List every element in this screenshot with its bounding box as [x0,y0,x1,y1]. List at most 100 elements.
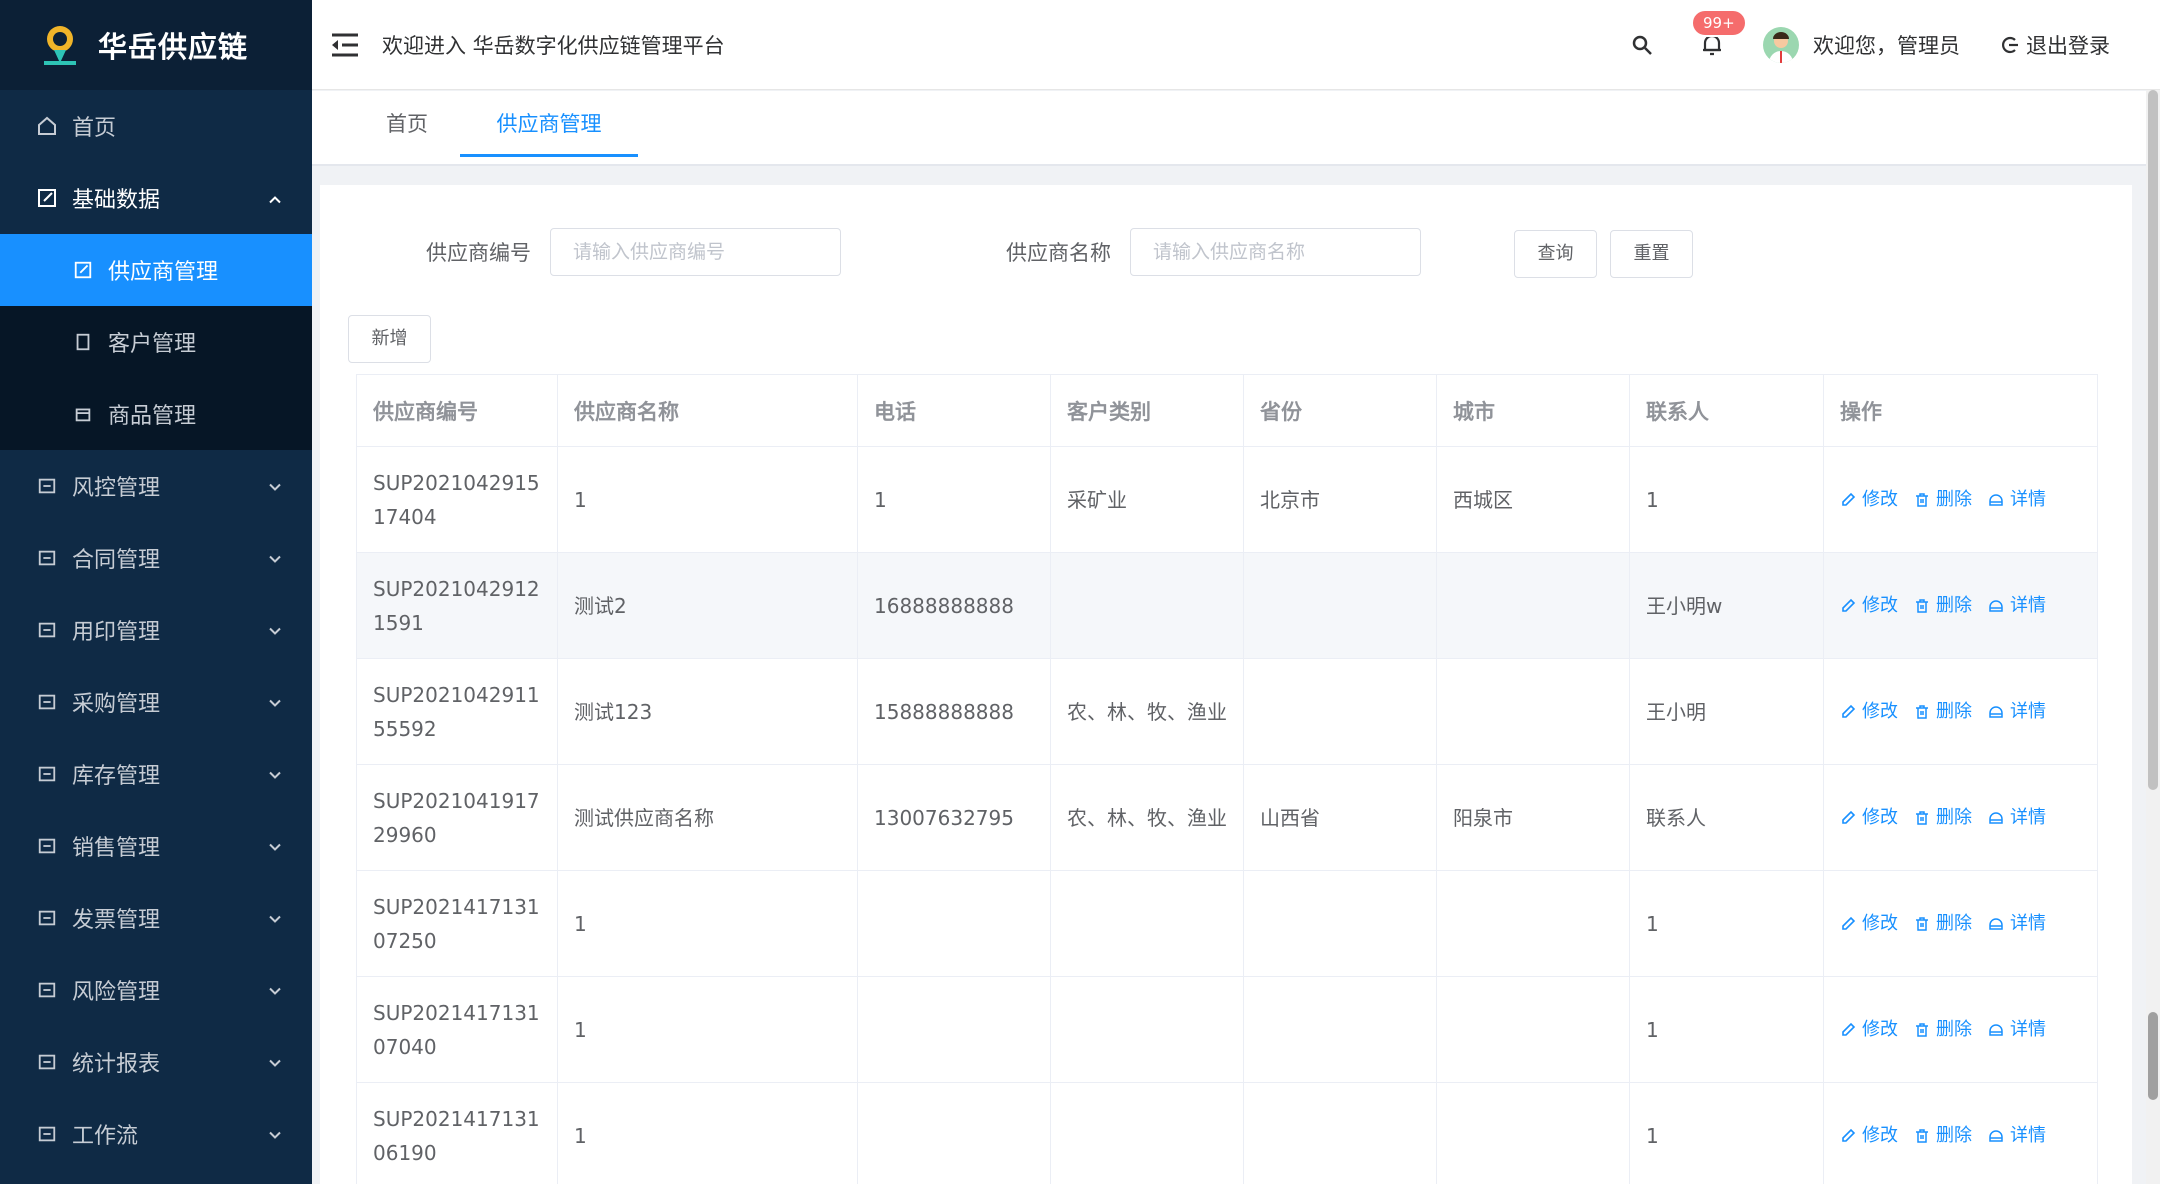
detail-button[interactable]: 详情 [1988,907,2046,941]
cell-name: 1 [557,446,858,553]
column-header: 供应商编号 [356,374,558,447]
cell-actions: 修改 删除 详情 [1823,552,2098,659]
cell-city: 阳泉市 [1436,764,1630,871]
main-content: 供应商编号 请输入供应商编号 供应商名称 请输入供应商名称 查询 重置 新增 供… [320,185,2132,1184]
detail-button[interactable]: 详情 [1988,1013,2046,1047]
action-label: 修改 [1862,1018,1898,1040]
cell-province [1243,552,1437,659]
box-icon [72,403,94,425]
table-row: SUP202141713107250 1 1 修改 删除 详情 [356,870,2098,977]
trash-icon [1914,1128,1936,1144]
action-label: 修改 [1862,700,1898,722]
edit-icon [72,259,94,281]
action-label: 修改 [1862,594,1898,616]
cell-category: 采矿业 [1050,446,1244,553]
cell-name: 1 [557,1082,858,1184]
supplier-name-input[interactable]: 请输入供应商名称 [1130,228,1421,276]
page-scrollbar[interactable] [2146,90,2160,1184]
avatar[interactable] [1763,27,1799,63]
sidebar-item-group[interactable]: 工作流 [0,1098,312,1170]
detail-icon [1988,492,2010,508]
cell-code: SUP202104291155592 [356,658,558,765]
cell-actions: 修改 删除 详情 [1823,764,2098,871]
edit-button[interactable]: 修改 [1840,483,1898,517]
reset-button[interactable]: 重置 [1610,230,1693,278]
cell-province [1243,1082,1437,1184]
delete-button[interactable]: 删除 [1914,483,1972,517]
sidebar-item-label: 用印管理 [72,620,161,645]
sidebar-item-home[interactable]: 首页 [0,90,312,162]
action-label: 删除 [1936,806,1972,828]
sidebar-item-supplier[interactable]: 供应商管理 [0,234,312,306]
edit-button[interactable]: 修改 [1840,801,1898,835]
logout-icon [2002,36,2018,54]
cell-province [1243,976,1437,1083]
cell-actions: 修改 删除 详情 [1823,1082,2098,1184]
tab-supplier[interactable]: 供应商管理 [460,91,638,157]
delete-button[interactable]: 删除 [1914,695,1972,729]
delete-button[interactable]: 删除 [1914,1013,1972,1047]
edit-icon [1840,1128,1862,1144]
search-icon[interactable] [1631,34,1653,56]
edit-button[interactable]: 修改 [1840,1013,1898,1047]
edit-button[interactable]: 修改 [1840,695,1898,729]
sidebar-item-group[interactable]: 风控管理 [0,450,312,522]
sidebar-item-product[interactable]: 商品管理 [0,378,312,450]
query-button[interactable]: 查询 [1514,230,1597,278]
edit-icon [36,187,58,209]
sidebar-item-label: 库存管理 [72,764,161,789]
detail-button[interactable]: 详情 [1988,483,2046,517]
sidebar-item-label: 基础数据 [72,188,161,213]
sidebar-item-group[interactable]: 统计报表 [0,1026,312,1098]
edit-icon [1840,492,1862,508]
sidebar-item-group[interactable]: 用印管理 [0,594,312,666]
detail-button[interactable]: 详情 [1988,801,2046,835]
cell-province [1243,658,1437,765]
scan-icon [36,907,58,929]
chevron-down-icon [268,618,282,643]
sidebar-item-group[interactable]: 库存管理 [0,738,312,810]
edit-button[interactable]: 修改 [1840,1119,1898,1153]
edit-button[interactable]: 修改 [1840,589,1898,623]
detail-button[interactable]: 详情 [1988,695,2046,729]
sidebar-item-label: 风控管理 [72,476,161,501]
add-button[interactable]: 新增 [348,315,431,363]
action-label: 详情 [2010,1018,2046,1040]
list-icon [36,979,58,1001]
tab-home[interactable]: 首页 [352,91,462,157]
chevron-down-icon [268,690,282,715]
sidebar-item-label: 合同管理 [72,548,161,573]
logout-button[interactable]: 退出登录 [2000,30,2110,60]
delete-button[interactable]: 删除 [1914,1119,1972,1153]
edit-button[interactable]: 修改 [1840,907,1898,941]
detail-icon [1988,1022,2010,1038]
cell-name: 1 [557,870,858,977]
sidebar-item-group[interactable]: 合同管理 [0,522,312,594]
chevron-up-icon [268,186,282,211]
flow-icon [36,1123,58,1145]
detail-icon [1988,704,2010,720]
sidebar-item-label: 供应商管理 [108,260,219,285]
sidebar-item-group[interactable]: 风险管理 [0,954,312,1026]
notification-bell[interactable]: 99+ [1691,9,1747,57]
delete-button[interactable]: 删除 [1914,907,1972,941]
supplier-code-input[interactable]: 请输入供应商编号 [550,228,841,276]
delete-button[interactable]: 删除 [1914,589,1972,623]
cell-code: SUP20210429121591 [356,552,558,659]
menu-collapse-icon[interactable] [328,28,362,62]
sidebar-item-basic-data[interactable]: 基础数据 [0,162,312,234]
sidebar-item-group[interactable]: 发票管理 [0,882,312,954]
cell-contact: 1 [1629,1082,1824,1184]
document-icon [72,331,94,353]
sidebar-item-customer[interactable]: 客户管理 [0,306,312,378]
stamp-icon [36,619,58,641]
table-row: SUP202141713107040 1 1 修改 删除 详情 [356,976,2098,1083]
sidebar-item-group[interactable]: 采购管理 [0,666,312,738]
calendar-icon [36,691,58,713]
cell-phone: 13007632795 [857,764,1051,871]
sidebar-item-group[interactable]: 销售管理 [0,810,312,882]
detail-button[interactable]: 详情 [1988,589,2046,623]
delete-button[interactable]: 删除 [1914,801,1972,835]
scrollbar-thumb[interactable] [2148,1012,2158,1100]
detail-button[interactable]: 详情 [1988,1119,2046,1153]
